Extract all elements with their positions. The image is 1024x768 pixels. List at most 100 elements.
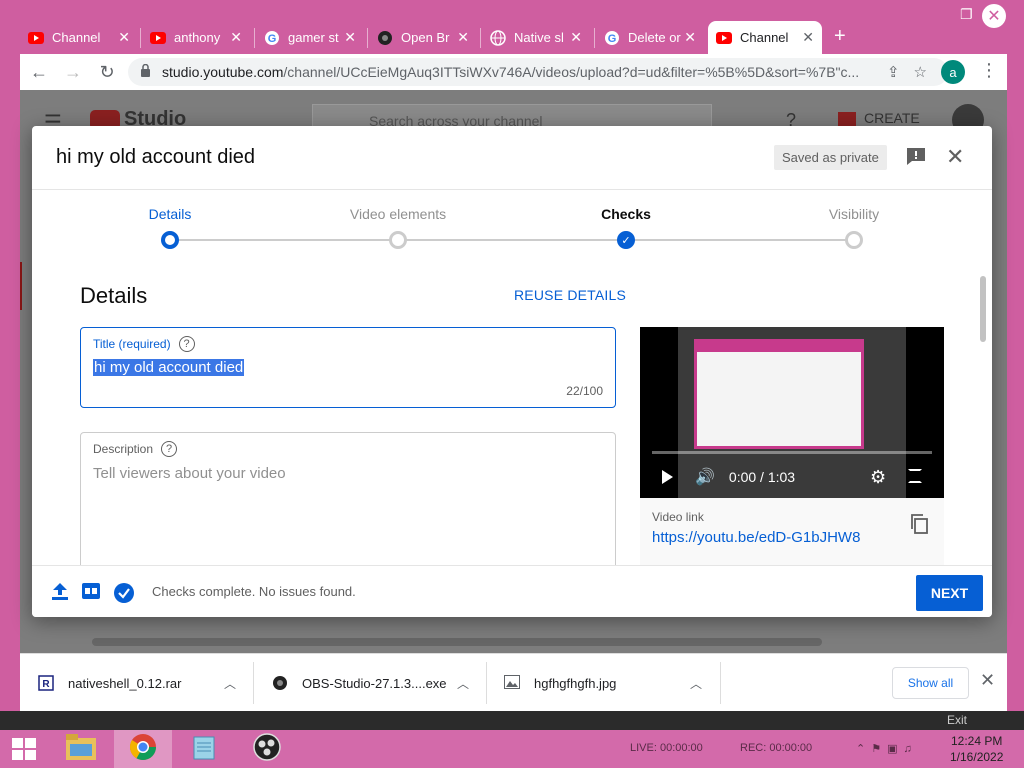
description-field[interactable]: Description? Tell viewers about your vid… [80, 432, 616, 572]
video-time: 0:00 / 1:03 [728, 469, 796, 485]
youtube-icon [716, 30, 732, 46]
google-icon: G [264, 30, 280, 46]
step-checks-label[interactable]: Checks [546, 206, 706, 222]
video-preview-player[interactable]: 🔊 0:00 / 1:03 ⚙ [640, 327, 944, 498]
saved-status-badge: Saved as private [774, 145, 887, 170]
title-field[interactable]: Title (required)? hi my old account died… [80, 327, 616, 408]
video-progress-bar[interactable] [652, 451, 932, 454]
step-video-elements-dot[interactable] [389, 231, 407, 249]
obs-background-strip: Exit [0, 711, 1024, 730]
download-filename: hgfhgfhgfh.jpg [534, 675, 617, 691]
dialog-footer: Checks complete. No issues found. NEXT [32, 565, 992, 617]
download-item-image[interactable]: hgfhgfhgfh.jpg ︿ [504, 654, 702, 712]
download-item-obs[interactable]: OBS-Studio-27.1.3....exe ︿ [272, 654, 469, 712]
close-tab-icon[interactable]: ✕ [570, 29, 582, 46]
tab-delete[interactable]: G Delete or ✕ [596, 21, 704, 54]
fullscreen-icon[interactable] [908, 469, 922, 483]
close-window-button[interactable]: ✕ [982, 4, 1006, 28]
close-downloads-icon[interactable]: ✕ [980, 670, 995, 691]
obs-icon [253, 732, 281, 766]
feedback-icon[interactable] [905, 146, 927, 166]
description-input[interactable]: Tell viewers about your video [93, 465, 286, 482]
notepad-icon [192, 733, 218, 766]
chevron-up-icon[interactable]: ︿ [690, 675, 702, 692]
back-icon[interactable]: ← [22, 62, 56, 83]
restore-window-icon[interactable]: ❐ [960, 6, 978, 22]
new-tab-button[interactable]: + [834, 25, 846, 48]
close-tab-icon[interactable]: ✕ [230, 29, 242, 46]
tab-native[interactable]: Native sl ✕ [482, 21, 590, 54]
close-tab-icon[interactable]: ✕ [684, 29, 696, 46]
reload-icon[interactable]: ↻ [90, 62, 124, 83]
step-visibility-label[interactable]: Visibility [774, 206, 934, 222]
close-tab-icon[interactable]: ✕ [802, 29, 814, 46]
address-bar[interactable]: studio.youtube.com/channel/UCcEieMgAuq3I… [128, 58, 948, 86]
google-icon: G [604, 30, 620, 46]
upload-dialog: hi my old account died Saved as private … [32, 126, 992, 617]
tab-channel-1[interactable]: Channel ✕ [20, 21, 138, 54]
url-path: /channel/UCcEieMgAuq3ITTsiWXv746A/videos… [283, 64, 860, 80]
close-dialog-icon[interactable]: ✕ [946, 144, 964, 170]
hd-icon[interactable] [82, 583, 102, 603]
volume-icon[interactable]: 🔊 [695, 467, 715, 487]
browser-menu-icon[interactable]: ⋮ [980, 60, 998, 81]
title-input[interactable]: hi my old account died [93, 359, 245, 376]
tab-anthony[interactable]: anthony ✕ [142, 21, 250, 54]
tab-channel-active[interactable]: Channel ✕ [708, 21, 822, 54]
reuse-details-button[interactable]: REUSE DETAILS [514, 287, 626, 303]
taskbar-clock[interactable]: 12:24 PM 1/16/2022 [950, 733, 1003, 765]
close-tab-icon[interactable]: ✕ [118, 29, 130, 46]
copy-icon[interactable] [910, 514, 928, 534]
create-button[interactable]: CREATE [838, 110, 920, 127]
folder-icon [66, 733, 96, 765]
next-button[interactable]: NEXT [916, 575, 983, 611]
show-all-downloads-button[interactable]: Show all [892, 667, 969, 699]
help-icon[interactable]: ? [161, 441, 178, 457]
obs-rec-status: REC: 00:00:00 [740, 742, 813, 754]
step-details-label[interactable]: Details [90, 206, 250, 222]
taskbar-obs[interactable] [238, 730, 296, 768]
forward-icon[interactable]: → [56, 62, 90, 83]
download-filename: nativeshell_0.12.rar [68, 675, 182, 691]
taskbar-file-explorer[interactable] [52, 730, 110, 768]
close-tab-icon[interactable]: ✕ [344, 29, 356, 46]
svg-text:G: G [268, 33, 277, 45]
bookmark-star-icon[interactable]: ☆ [914, 63, 927, 81]
upload-stepper: Details Video elements Checks ✓ Visibili… [32, 190, 992, 260]
upload-icon[interactable] [52, 583, 72, 603]
chrome-icon [129, 733, 157, 766]
step-checks-check-icon[interactable]: ✓ [617, 231, 635, 249]
video-link[interactable]: https://youtu.be/edD-G1bJHW8 [652, 529, 860, 546]
video-link-label: Video link [652, 510, 704, 524]
dialog-scrollbar[interactable] [980, 276, 986, 342]
chevron-up-icon[interactable]: ︿ [224, 675, 236, 692]
step-video-elements-label[interactable]: Video elements [318, 206, 478, 222]
system-tray-icons[interactable]: ⌃⚑▣♫ [856, 742, 918, 755]
obs-exit-button[interactable]: Exit [947, 713, 967, 727]
player-controls: 🔊 0:00 / 1:03 ⚙ [640, 461, 944, 493]
profile-avatar[interactable]: a [941, 60, 965, 84]
close-tab-icon[interactable]: ✕ [457, 29, 469, 46]
horizontal-scrollbar[interactable] [92, 638, 822, 646]
image-icon [504, 675, 520, 691]
chevron-up-icon[interactable]: ︿ [457, 675, 469, 692]
play-icon[interactable] [662, 470, 673, 484]
help-icon[interactable]: ? [178, 336, 195, 352]
windows-taskbar: LIVE: 00:00:00 REC: 00:00:00 ⌃⚑▣♫ 12:24 … [0, 730, 1024, 768]
video-link-panel: Video link https://youtu.be/edD-G1bJHW8 [640, 498, 944, 568]
tab-gamer[interactable]: G gamer st ✕ [256, 21, 364, 54]
taskbar-notepad[interactable] [176, 730, 234, 768]
step-details-dot[interactable] [161, 231, 179, 249]
start-button[interactable] [0, 730, 48, 768]
checks-complete-icon[interactable] [114, 583, 134, 603]
tab-open-broadcaster[interactable]: Open Br ✕ [369, 21, 477, 54]
step-visibility-dot[interactable] [845, 231, 863, 249]
obs-live-status: LIVE: 00:00:00 [630, 742, 703, 754]
download-item-nativeshell[interactable]: R nativeshell_0.12.rar ︿ [38, 654, 236, 712]
taskbar-chrome[interactable] [114, 730, 172, 768]
settings-gear-icon[interactable]: ⚙ [870, 467, 886, 488]
stepper-track [626, 239, 854, 241]
description-field-label: Description [93, 442, 154, 456]
share-icon[interactable]: ⇪ [887, 63, 900, 81]
lock-icon [140, 63, 154, 80]
